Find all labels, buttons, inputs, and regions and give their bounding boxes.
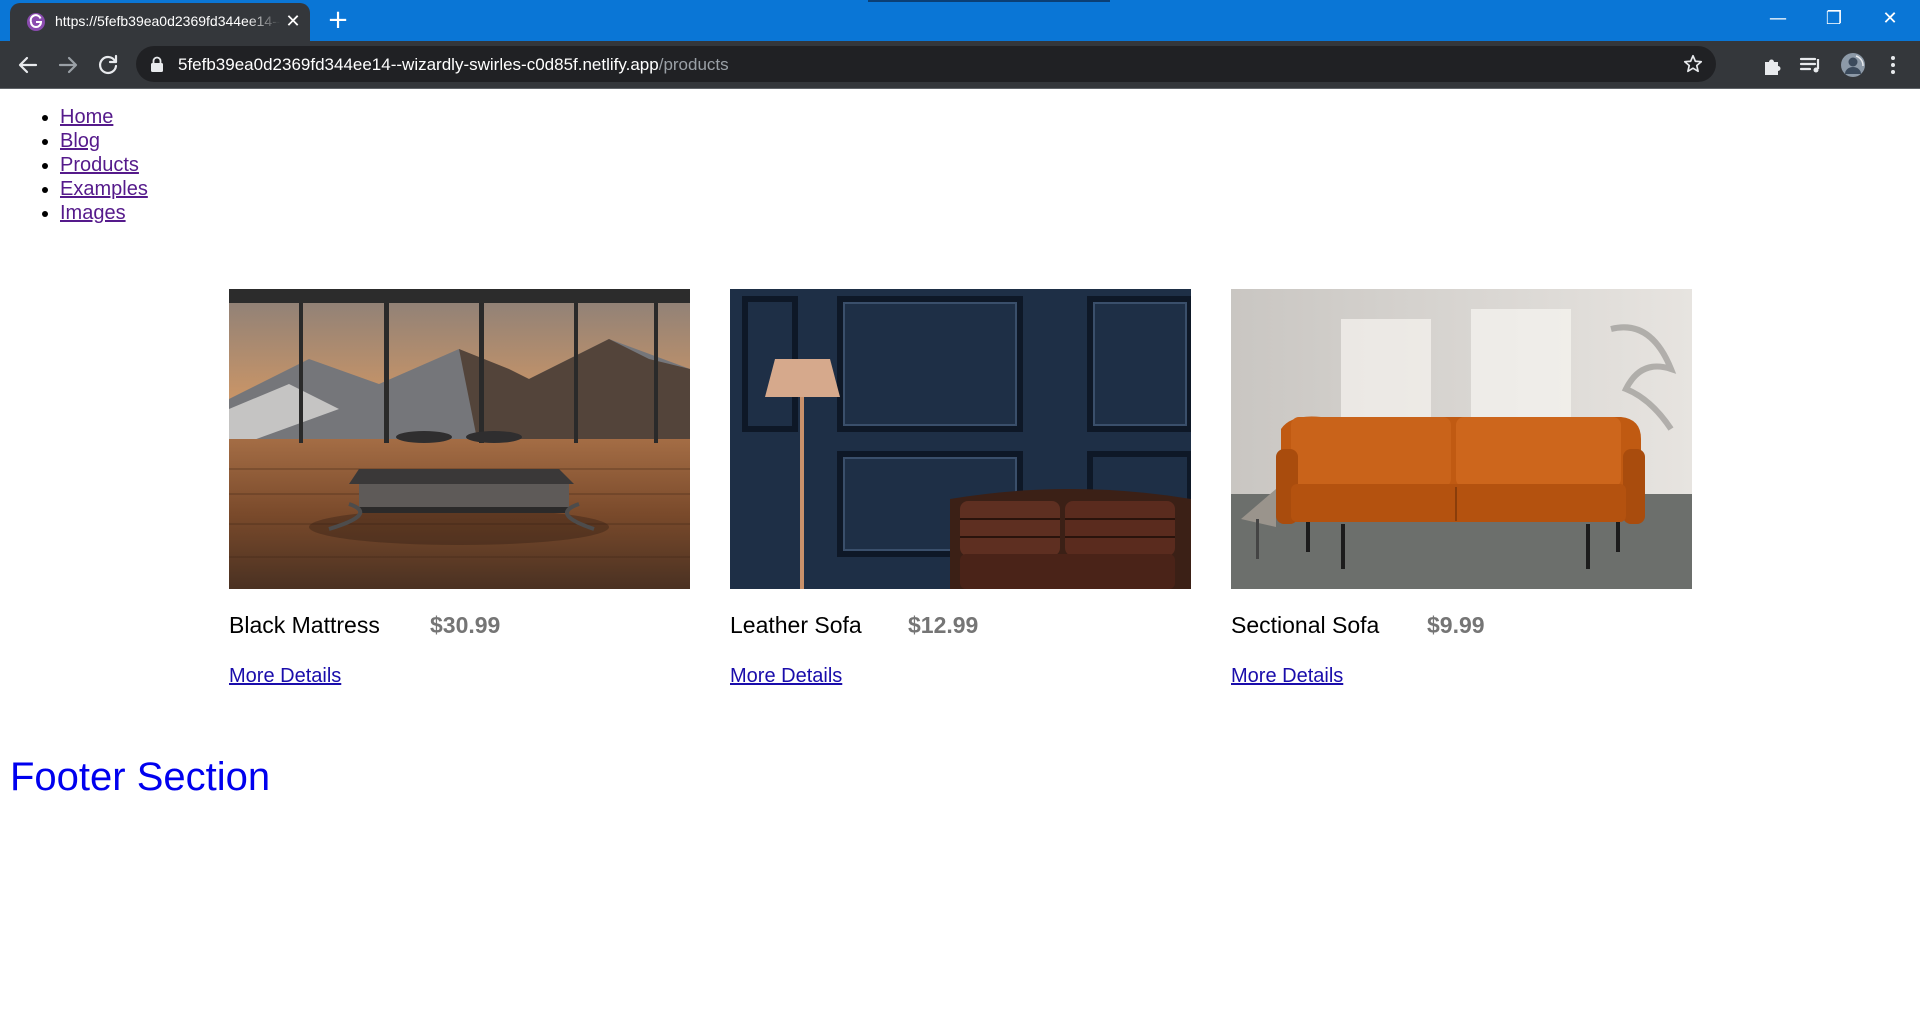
nav-item: Home xyxy=(60,105,148,129)
forward-arrow-icon[interactable] xyxy=(52,49,84,81)
url-text: 5fefb39ea0d2369fd344ee14--wizardly-swirl… xyxy=(178,55,729,75)
product-name: Leather Sofa xyxy=(730,612,862,638)
gatsby-favicon-icon xyxy=(27,13,45,31)
nav-item: Images xyxy=(60,201,148,225)
close-window-button[interactable]: ✕ xyxy=(1862,0,1918,41)
product-image-bed[interactable] xyxy=(229,289,690,589)
nav-link-blog[interactable]: Blog xyxy=(60,130,100,152)
browser-titlebar: https://5fefb39ea0d2369fd344ee14--wizard… xyxy=(0,0,1920,41)
product-image-sectional-sofa[interactable] xyxy=(1231,289,1692,589)
product-card: Leather Sofa $12.99 More Details xyxy=(730,289,1191,687)
back-arrow-icon[interactable] xyxy=(12,49,44,81)
footer-heading: Footer Section xyxy=(10,755,271,799)
minimize-button[interactable]: — xyxy=(1750,0,1806,41)
product-price: $30.99 xyxy=(430,612,501,638)
restore-button[interactable]: ❐ xyxy=(1806,0,1862,41)
page-content: Home Blog Products Examples Images xyxy=(0,89,1920,1027)
browser-toolbar: 5fefb39ea0d2369fd344ee14--wizardly-swirl… xyxy=(0,41,1920,88)
titlebar-accent xyxy=(868,0,1110,2)
url-path: /products xyxy=(658,55,729,74)
product-name: Black Mattress xyxy=(229,612,380,638)
nav-item: Products xyxy=(60,153,148,177)
lock-icon xyxy=(151,56,163,72)
nav-link-home[interactable]: Home xyxy=(60,106,113,128)
product-price: $12.99 xyxy=(908,612,979,638)
browser-tab[interactable]: https://5fefb39ea0d2369fd344ee14--wizard… xyxy=(10,3,310,41)
tab-title: https://5fefb39ea0d2369fd344ee14--wizard… xyxy=(55,13,280,29)
nav-link-products[interactable]: Products xyxy=(60,154,139,176)
product-name: Sectional Sofa xyxy=(1231,612,1380,638)
nav-item: Blog xyxy=(60,129,148,153)
new-tab-button[interactable]: + xyxy=(324,6,352,34)
site-nav: Home Blog Products Examples Images xyxy=(20,105,148,225)
profile-avatar-icon[interactable] xyxy=(1840,52,1866,78)
bookmark-star-icon[interactable] xyxy=(1682,53,1704,75)
reload-icon[interactable] xyxy=(92,49,124,81)
product-image-leather-sofa[interactable] xyxy=(730,289,1191,589)
more-details-link[interactable]: More Details xyxy=(229,665,341,688)
more-details-link[interactable]: More Details xyxy=(1231,665,1343,688)
more-details-link[interactable]: More Details xyxy=(730,665,842,688)
product-card: Black Mattress $30.99 More Details xyxy=(229,289,690,687)
tab-close-icon[interactable]: ✕ xyxy=(282,11,304,33)
nav-link-images[interactable]: Images xyxy=(60,202,126,224)
media-queue-icon[interactable] xyxy=(1798,52,1824,78)
nav-link-examples[interactable]: Examples xyxy=(60,178,148,200)
browser-menu-icon[interactable] xyxy=(1880,52,1906,78)
address-bar[interactable]: 5fefb39ea0d2369fd344ee14--wizardly-swirl… xyxy=(136,46,1716,82)
product-card: Sectional Sofa $9.99 More Details xyxy=(1231,289,1692,687)
url-host: 5fefb39ea0d2369fd344ee14--wizardly-swirl… xyxy=(178,55,659,74)
product-price: $9.99 xyxy=(1427,612,1485,638)
extensions-puzzle-icon[interactable] xyxy=(1760,52,1786,78)
nav-item: Examples xyxy=(60,177,148,201)
